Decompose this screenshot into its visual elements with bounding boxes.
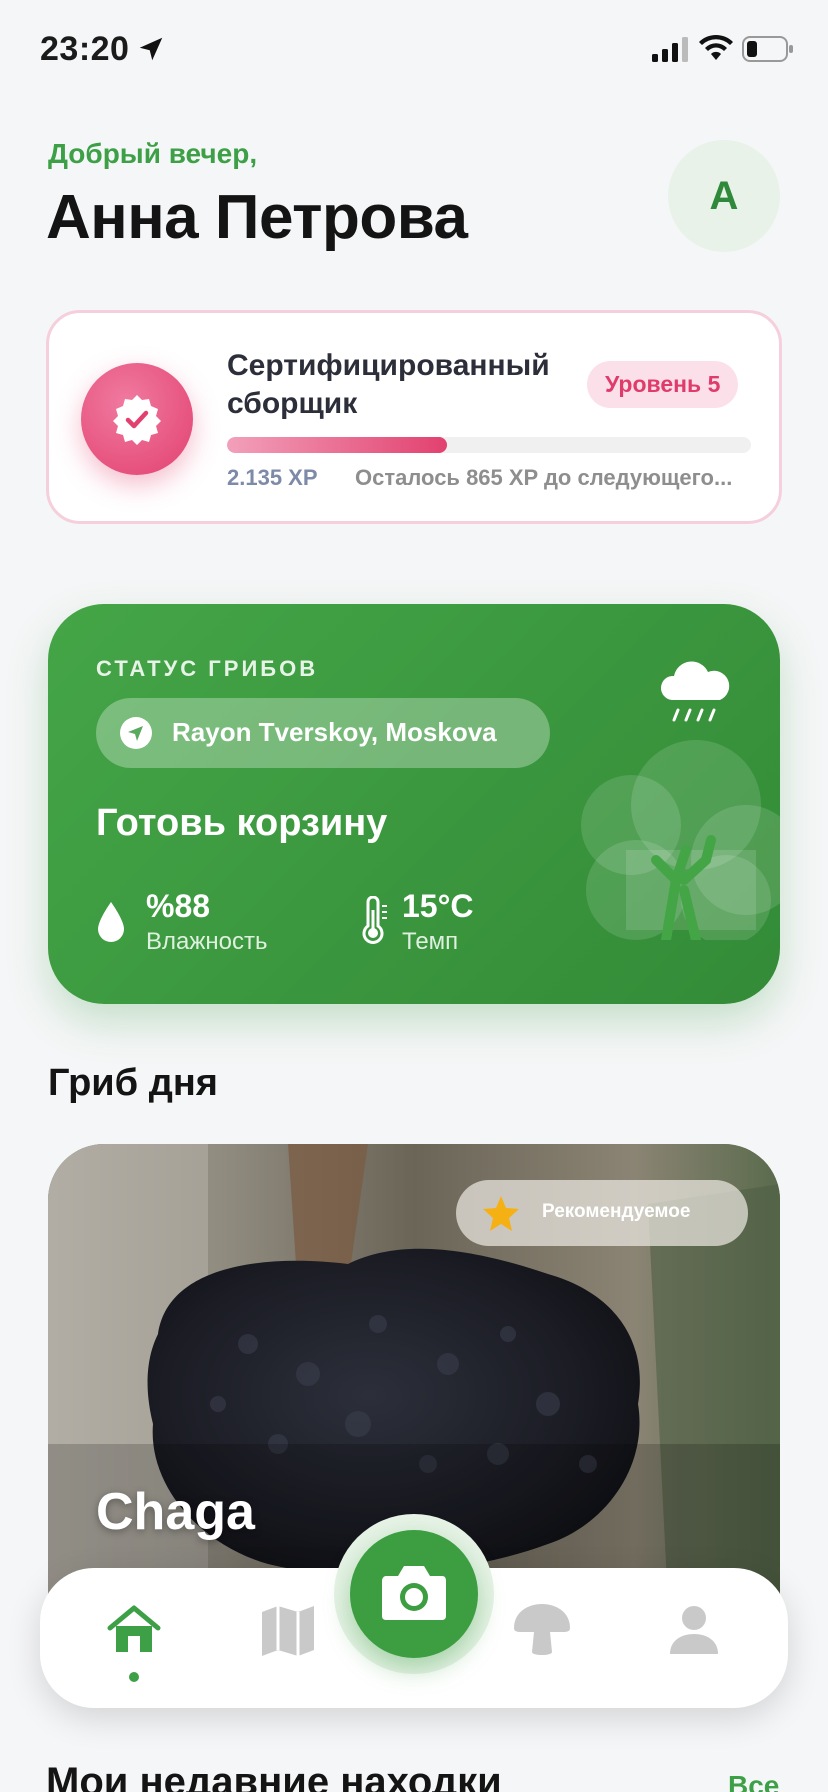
featured-label: Рекомендуемое bbox=[542, 1201, 691, 1222]
status-headline: Готовь корзину bbox=[96, 802, 388, 844]
nav-map[interactable] bbox=[256, 1598, 320, 1662]
location-text: Rayon Tverskoy, Moskova bbox=[172, 717, 497, 747]
status-label: СТАТУС ГРИБОВ bbox=[96, 656, 319, 681]
mushroom-status-card[interactable]: СТАТУС ГРИБОВ Rayon Tverskoy, Moskova Го… bbox=[48, 604, 780, 1004]
recent-finds-title: Мои недавние находки bbox=[46, 1760, 502, 1792]
xp-progress-bar bbox=[227, 437, 751, 453]
level-card[interactable]: Сертифицированный сборщик Уровень 5 2.13… bbox=[46, 310, 782, 524]
nav-home[interactable] bbox=[102, 1598, 166, 1662]
mushroom-icon bbox=[514, 1604, 570, 1655]
xp-value: 2.135 XP bbox=[227, 465, 318, 490]
mushroom-of-day-title: Гриб дня bbox=[48, 1062, 218, 1104]
droplet-icon bbox=[98, 902, 124, 942]
certified-badge bbox=[81, 363, 193, 475]
level-badge: Уровень 5 bbox=[587, 361, 739, 408]
battery-icon bbox=[742, 36, 793, 62]
xp-progress-fill bbox=[227, 437, 448, 453]
signal-icon bbox=[652, 37, 688, 62]
status-time: 23:20 bbox=[40, 30, 130, 68]
profile-icon bbox=[670, 1606, 718, 1654]
humidity-value: %88 bbox=[146, 888, 211, 924]
home-icon bbox=[107, 1605, 161, 1652]
nav-active-indicator bbox=[129, 1672, 139, 1682]
status-bar: 23:20 bbox=[0, 0, 828, 100]
temperature-value: 15°C bbox=[402, 888, 474, 924]
greeting: Добрый вечер, bbox=[48, 138, 258, 169]
camera-icon bbox=[382, 1566, 446, 1620]
featured-badge: Рекомендуемое bbox=[456, 1180, 748, 1246]
nav-mushrooms[interactable] bbox=[510, 1598, 574, 1662]
humidity-label: Влажность bbox=[146, 928, 268, 955]
star-icon bbox=[483, 1196, 519, 1231]
wifi-icon bbox=[699, 34, 733, 60]
location-arrow-icon bbox=[120, 717, 152, 749]
cloud-rain-icon bbox=[660, 661, 730, 722]
level-title: Сертифицированный сборщик bbox=[227, 349, 550, 420]
see-all-link[interactable]: Все bbox=[728, 1770, 779, 1792]
verified-badge-icon bbox=[113, 395, 161, 445]
thermometer-icon bbox=[362, 896, 387, 944]
tree-icon bbox=[581, 740, 780, 940]
camera-button[interactable] bbox=[350, 1530, 478, 1658]
temperature-label: Темп bbox=[402, 928, 459, 955]
map-icon bbox=[262, 1606, 314, 1656]
xp-remaining: Осталось 865 XP до следующего... bbox=[355, 465, 733, 490]
location-pill[interactable]: Rayon Tverskoy, Moskova bbox=[96, 698, 550, 768]
location-arrow-icon bbox=[139, 37, 163, 61]
mushroom-name: Chaga bbox=[96, 1483, 255, 1541]
user-name: Анна Петрова bbox=[46, 183, 468, 252]
nav-profile[interactable] bbox=[662, 1598, 726, 1662]
avatar[interactable]: A bbox=[668, 140, 780, 252]
